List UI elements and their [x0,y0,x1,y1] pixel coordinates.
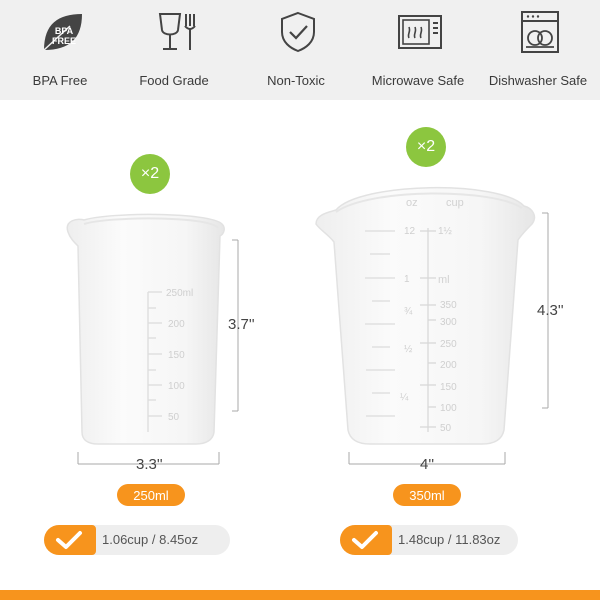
check-badge [340,525,392,555]
large-cup-mark: ½ [404,344,413,355]
features-bar: BPA FREE BPA Free Food Grade Non-Toxic M… [0,0,600,100]
large-ml-mark: 250 [440,339,457,350]
large-unit-oz: oz [406,197,418,209]
large-cup-mark: ¼ [400,391,409,403]
conversion-text: 1.48cup / 11.83oz [398,532,501,547]
small-cup-quantity-badge: ×2 [130,154,170,194]
large-ml-mark: 300 [440,317,457,328]
large-ml-mark: 350 [440,300,457,311]
checkmark-icon [56,531,82,549]
large-ml-mark: 50 [440,423,452,434]
large-ml-mark: 200 [440,360,457,371]
feature-food-grade: Food Grade [114,6,234,96]
small-mark-100: 100 [168,381,185,392]
small-cup: 250ml 200 150 100 50 [66,213,225,445]
bpa-icon-text: BPA [55,26,74,36]
large-ml-mark: 100 [440,403,457,414]
feature-label: BPA Free [32,73,88,88]
microwave-icon [398,15,442,49]
feature-label: Non-Toxic [267,73,325,88]
small-mark-150: 150 [168,350,185,361]
large-cup-mark: 1 [404,274,410,285]
feature-label: Dishwasher Safe [488,73,588,88]
large-cup-volume-badge: 350ml [393,484,461,506]
fork-glass-icon [158,13,196,50]
conversion-text: 1.06cup / 8.45oz [102,532,199,547]
feature-label: Food Grade [139,73,209,88]
large-unit-ml: ml [438,274,450,286]
large-cup-mark: 1½ [438,226,453,237]
large-cup-height-label: 4.3'' [537,302,564,319]
small-cup-height-label: 3.7'' [228,316,255,333]
large-unit-cup: cup [446,197,464,209]
small-cup-volume-badge: 250ml [117,484,185,506]
large-cup-conversion: 1.48cup / 11.83oz [340,525,518,555]
checkmark-icon [352,531,378,549]
small-cup-width-label: 3.3'' [136,456,163,473]
feature-microwave-safe: Microwave Safe [358,6,478,96]
feature-non-toxic: Non-Toxic [236,6,356,96]
large-ml-mark: 150 [440,382,457,393]
large-cup-quantity-badge: ×2 [406,127,446,167]
feature-bpa-free: BPA FREE BPA Free [0,6,120,96]
large-cup-mark: ¾ [404,306,413,317]
large-oz-mark: 12 [404,226,416,237]
small-mark-200: 200 [168,319,185,330]
bottom-accent-bar [0,590,600,600]
small-mark-250: 250ml [166,288,193,299]
shield-check-icon [281,11,315,53]
large-cup: oz cup ml 12 1½ 1 ¾ ½ ¼ 350 300 250 200 … [315,186,536,445]
bpa-free-leaf-icon: BPA FREE [43,14,82,51]
small-cup-conversion: 1.06cup / 8.45oz [44,525,230,555]
feature-label: Microwave Safe [371,73,465,88]
free-icon-text: FREE [52,36,76,46]
dishwasher-icon [521,11,559,53]
check-badge [44,525,96,555]
large-cup-width-label: 4'' [420,456,435,473]
feature-dishwasher-safe: Dishwasher Safe [478,6,598,96]
small-mark-50: 50 [168,412,180,423]
